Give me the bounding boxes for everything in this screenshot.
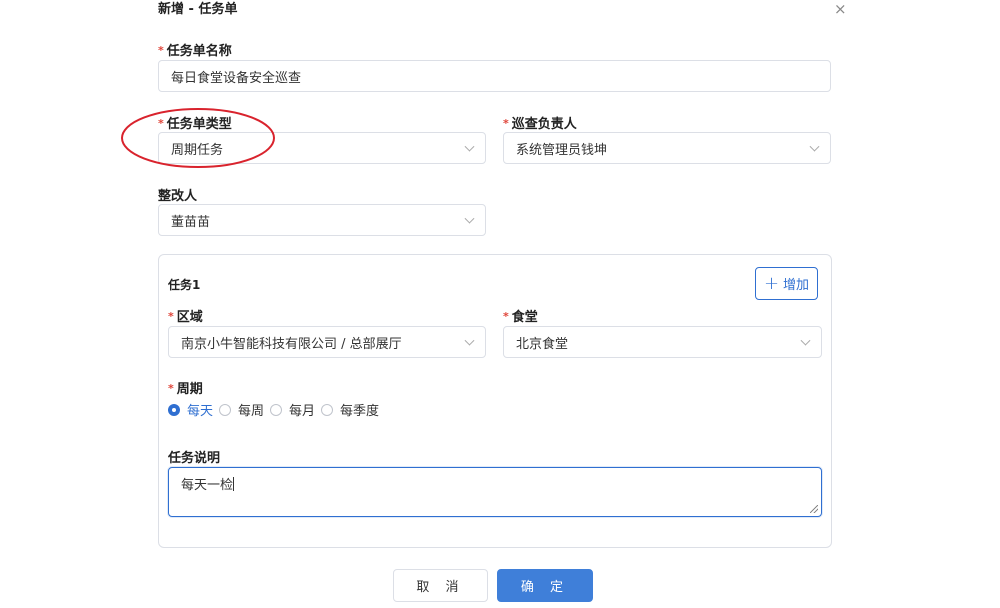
period-option-quarterly[interactable]: 每季度 — [321, 400, 379, 419]
period-option-weekly[interactable]: 每周 — [219, 400, 264, 419]
period-label: * 周期 — [168, 382, 203, 397]
required-mark: * — [503, 310, 509, 323]
radio-icon — [270, 403, 283, 416]
area-select[interactable]: 南京小牛智能科技有限公司 / 总部展厅 — [168, 326, 486, 358]
resize-handle-icon[interactable] — [810, 505, 818, 513]
chevron-down-icon — [464, 213, 475, 224]
chevron-down-icon — [809, 141, 820, 152]
chevron-down-icon — [800, 335, 811, 346]
radio-icon — [321, 403, 334, 416]
cancel-button[interactable]: 取 消 — [393, 569, 488, 602]
required-mark: * — [168, 382, 174, 395]
radio-checked-icon — [168, 403, 180, 416]
add-task-button[interactable]: + 增加 — [755, 267, 818, 300]
chevron-down-icon — [464, 335, 475, 346]
inspector-select[interactable]: 系统管理员钱坤 — [503, 132, 831, 164]
chevron-down-icon — [464, 141, 475, 152]
close-icon[interactable]: × — [834, 0, 847, 18]
task-name-label: * 任务单名称 — [158, 44, 232, 59]
period-radio-group: 每天 每周 每月 每季度 — [168, 400, 385, 419]
required-mark: * — [158, 44, 164, 57]
period-option-monthly[interactable]: 每月 — [270, 400, 315, 419]
required-mark: * — [168, 310, 174, 323]
description-label: 任务说明 — [168, 451, 221, 466]
rectifier-label: 整改人 — [158, 189, 198, 204]
task-card-title: 任务1 — [168, 278, 201, 292]
plus-icon: + — [763, 272, 780, 294]
radio-icon — [219, 403, 232, 416]
canteen-select[interactable]: 北京食堂 — [503, 326, 822, 358]
description-textarea[interactable]: 每天一检 — [168, 467, 822, 517]
annotation-ellipse — [121, 108, 275, 168]
dialog-title: 新增 - 任务单 — [158, 2, 238, 17]
task-name-input[interactable]: 每日食堂设备安全巡查 — [158, 60, 831, 92]
rectifier-select[interactable]: 董苗苗 — [158, 204, 486, 236]
inspector-label: * 巡查负责人 — [503, 117, 577, 132]
required-mark: * — [503, 117, 509, 130]
area-label: * 区域 — [168, 310, 203, 325]
text-caret — [233, 477, 235, 491]
canteen-label: * 食堂 — [503, 310, 538, 325]
confirm-button[interactable]: 确 定 — [497, 569, 593, 602]
period-option-daily[interactable]: 每天 — [168, 400, 213, 419]
